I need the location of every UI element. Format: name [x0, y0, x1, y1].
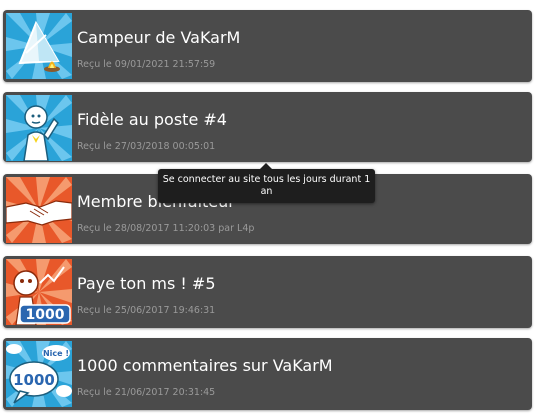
- badge-date: Reçu le 21/06/2017 20:31:45: [77, 387, 216, 398]
- badge-card[interactable]: Fidèle au poste #4 Reçu le 27/03/2018 00…: [3, 92, 532, 162]
- badge-date: Reçu le 25/06/2017 19:46:31: [77, 305, 216, 316]
- badge-card[interactable]: 1000 Paye ton ms ! #5 Reçu le 25/06/2017…: [3, 256, 532, 328]
- badge-card[interactable]: Nice ! 1000 1000 commentaires sur VaKarM…: [3, 338, 532, 410]
- badge-title: Campeur de VaKarM: [77, 28, 241, 47]
- camping-tent-icon: [6, 13, 72, 79]
- badge-date: Reçu le 28/08/2017 11:20:03 par L4p: [77, 223, 255, 234]
- badge-title: Paye ton ms ! #5: [77, 274, 216, 293]
- saluting-character-icon: [6, 95, 72, 161]
- badge-date: Reçu le 27/03/2018 00:05:01: [77, 141, 216, 152]
- badge-list: Campeur de VaKarM Reçu le 09/01/2021 21:…: [3, 10, 532, 420]
- stopwatch-1000-icon: 1000: [6, 259, 72, 325]
- icon-label: Nice !: [43, 349, 69, 358]
- speech-bubble-1000-icon: Nice ! 1000: [6, 341, 72, 407]
- tooltip: Se connecter au site tous les jours dura…: [158, 163, 375, 203]
- handshake-icon: [6, 177, 72, 243]
- icon-label: 1000: [13, 371, 55, 389]
- tooltip-arrow: [260, 163, 272, 169]
- badge-title: Fidèle au poste #4: [77, 110, 227, 129]
- tooltip-text: Se connecter au site tous les jours dura…: [162, 174, 371, 197]
- icon-label: 1000: [26, 307, 65, 323]
- badge-date: Reçu le 09/01/2021 21:57:59: [77, 59, 216, 70]
- badge-title: 1000 commentaires sur VaKarM: [77, 356, 333, 375]
- badge-card[interactable]: Campeur de VaKarM Reçu le 09/01/2021 21:…: [3, 10, 532, 82]
